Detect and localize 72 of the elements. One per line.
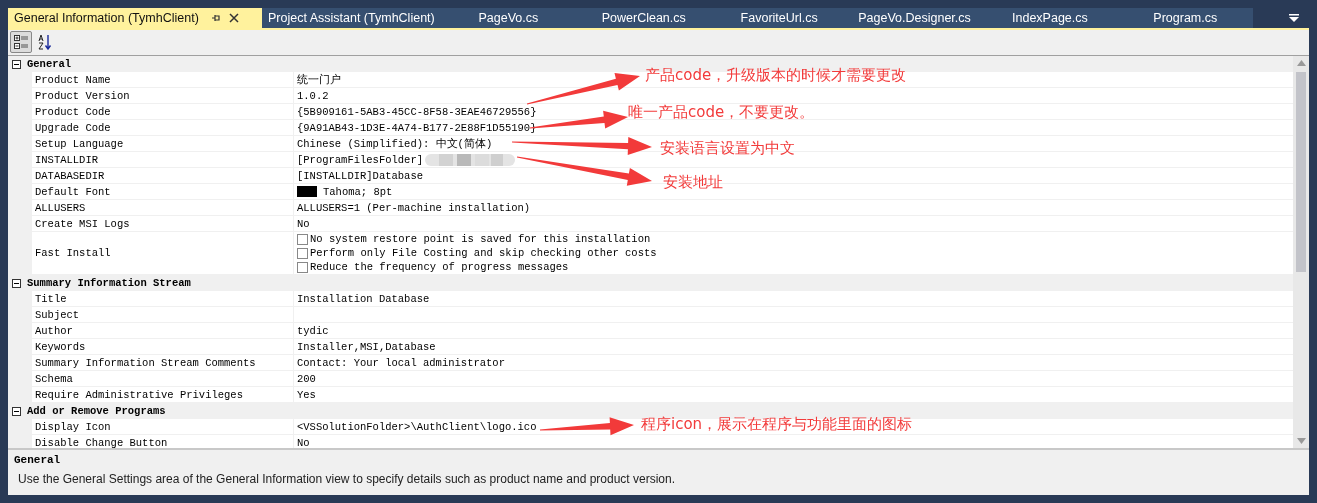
property-name: Author <box>35 324 73 337</box>
checkbox[interactable] <box>297 261 308 273</box>
checkbox-label: Reduce the frequency of progress messages <box>310 261 569 273</box>
property-name: Upgrade Code <box>35 121 111 134</box>
property-name: Setup Language <box>35 137 124 150</box>
categorized-button[interactable] <box>10 30 32 53</box>
document-tab[interactable]: PowerClean.cs <box>576 8 712 28</box>
category-header: General <box>27 58 72 70</box>
property-value[interactable]: 1.0.2 <box>297 89 329 102</box>
property-name: Default Font <box>35 185 111 198</box>
document-tab[interactable]: Program.cs <box>1117 8 1253 28</box>
property-name: DATABASEDIR <box>35 169 105 182</box>
annotation-label: 产品code，升级版本的时候才需要更改 <box>645 66 907 85</box>
property-value[interactable]: No <box>297 217 310 230</box>
category-header: Summary Information Stream <box>27 277 191 289</box>
property-value[interactable]: ALLUSERS=1 (Per-machine installation) <box>297 201 531 214</box>
property-value[interactable]: Contact: Your local administrator <box>297 356 505 369</box>
property-value[interactable]: 统一门户 <box>297 72 341 87</box>
property-name: Product Name <box>35 73 111 86</box>
property-value[interactable]: [INSTALLDIR]Database <box>297 169 424 182</box>
property-name: Schema <box>35 372 73 385</box>
scrollbar-thumb[interactable] <box>1296 72 1306 272</box>
collapse-icon[interactable] <box>12 278 21 288</box>
property-name: Fast Install <box>35 247 111 259</box>
property-name: Product Code <box>35 105 111 118</box>
property-name: Keywords <box>35 340 86 353</box>
category-header: Add or Remove Programs <box>27 405 166 417</box>
scrollbar[interactable] <box>1293 56 1309 448</box>
description-title: General <box>14 454 62 466</box>
annotation-label: 安装地址 <box>663 173 723 192</box>
checkbox[interactable] <box>297 233 308 245</box>
property-value[interactable]: Yes <box>297 388 316 401</box>
dropdown-icon[interactable] <box>1289 14 1299 22</box>
document-tab[interactable]: Project Assistant (TymhClient) <box>262 8 441 28</box>
annotation-label: 唯一产品code，不要更改。 <box>628 103 815 122</box>
document-tab[interactable]: FavoriteUrl.cs <box>711 8 847 28</box>
property-name: Product Version <box>35 89 130 102</box>
annotation-label: 安装语言设置为中文 <box>660 139 795 158</box>
pin-icon[interactable] <box>210 13 221 23</box>
property-value[interactable]: Installation Database <box>297 292 430 305</box>
property-value[interactable]: 200 <box>297 372 316 385</box>
description-text: Use the General Settings area of the General Information view to specify details such as product name and product version. <box>18 472 677 486</box>
collapse-icon[interactable] <box>12 406 21 416</box>
property-name: Create MSI Logs <box>35 217 130 230</box>
close-icon[interactable] <box>228 13 239 23</box>
property-name: INSTALLDIR <box>35 153 98 166</box>
collapse-icon[interactable] <box>12 59 21 69</box>
property-value[interactable]: <VSSolutionFolder>\AuthClient\logo.ico <box>297 420 537 433</box>
document-tab[interactable]: IndexPage.cs <box>982 8 1118 28</box>
document-tab[interactable]: PageVo.Designer.cs <box>846 8 983 28</box>
document-tab[interactable]: PageVo.cs <box>440 8 577 28</box>
property-value[interactable]: Installer,MSI,Database <box>297 340 436 353</box>
property-value[interactable]: [ProgramFilesFolder] <box>297 153 424 166</box>
annotation-label: 程序icon，展示在程序与功能里面的图标 <box>641 415 913 434</box>
property-value[interactable]: {9A91AB43-1D3E-4A74-B177-2E88F1D55190} <box>297 121 537 134</box>
property-name: ALLUSERS <box>35 201 86 214</box>
checkbox-label: Perform only File Costing and skip checking other costs <box>310 247 657 259</box>
property-value[interactable]: Chinese (Simplified): 中文(简体) <box>297 136 493 151</box>
property-name: Display Icon <box>35 420 111 433</box>
property-value[interactable]: No <box>297 436 310 448</box>
property-name: Require Administrative Privileges <box>35 388 243 401</box>
property-value[interactable]: {5B909161-5AB3-45CC-8F58-3EAE46729556} <box>297 105 537 118</box>
document-tab[interactable]: General Information (TymhClient) <box>8 8 262 28</box>
checkbox-label: No system restore point is saved for this installation <box>310 233 651 245</box>
property-value[interactable]: Tahoma; 8pt <box>323 185 393 198</box>
font-swatch <box>297 186 317 197</box>
property-name: Disable Change Button <box>35 436 168 448</box>
checkbox[interactable] <box>297 247 308 259</box>
property-name: Title <box>35 292 67 305</box>
property-value[interactable]: tydic <box>297 324 329 337</box>
property-name: Subject <box>35 308 80 321</box>
property-name: Summary Information Stream Comments <box>35 356 256 369</box>
